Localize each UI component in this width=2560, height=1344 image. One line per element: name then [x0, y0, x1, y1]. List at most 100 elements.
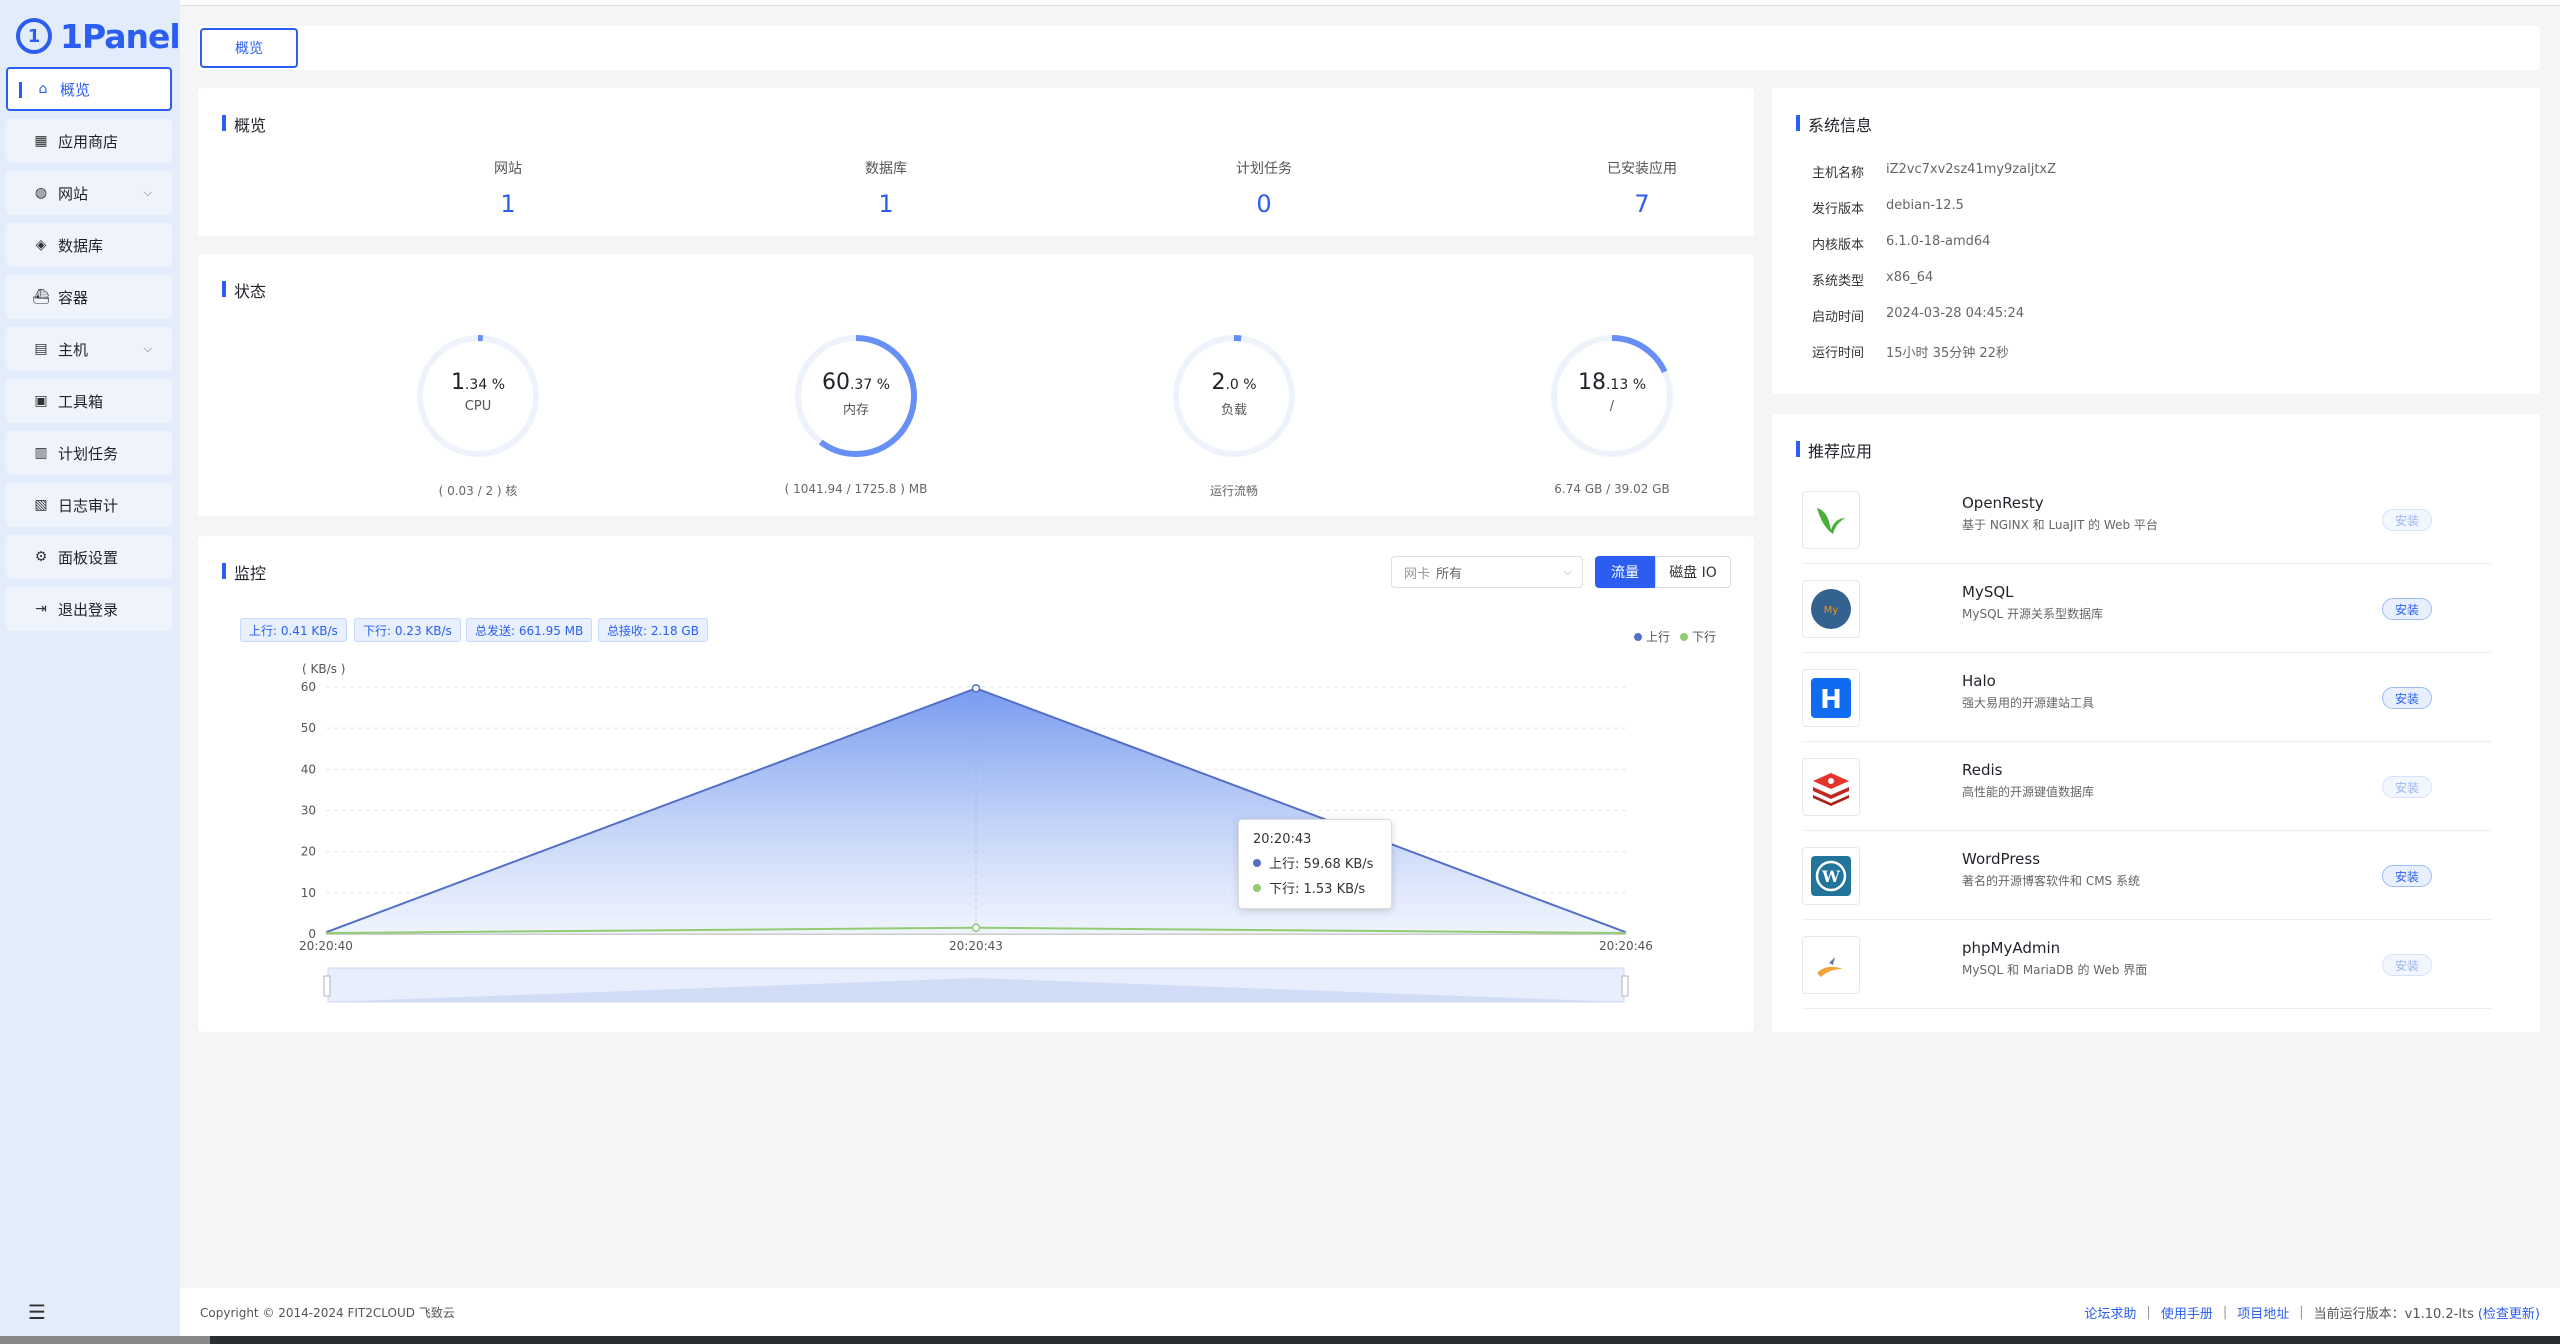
system-info-title: 系统信息 — [1796, 112, 1872, 136]
status-title: 状态 — [222, 278, 266, 302]
sidebar-item-6[interactable]: ▣ 工具箱 — [6, 379, 172, 423]
sidebar: 1 1Panel ⌂ 概览 ▦ 应用商店 ◍ 网站 ⌵ ◈ 数据库 ⛴ 容器 ▤ 主机 ⌵ ▣ 工具箱 ▥ 计划任… — [0, 0, 181, 1336]
sidebar-item-8[interactable]: ▧ 日志审计 — [6, 483, 172, 527]
overview-value[interactable]: 0 — [1164, 190, 1364, 218]
sidebar-item-5[interactable]: ▤ 主机 ⌵ — [6, 327, 172, 371]
y-tick-label: 0 — [308, 927, 316, 941]
y-tick-label: 10 — [301, 886, 316, 900]
tab-bar: 概览 — [198, 26, 2540, 70]
database-icon: ◈ — [35, 237, 47, 253]
system-info-value: debian-12.5 — [1886, 198, 1964, 213]
system-info-label: 系统类型 — [1812, 274, 1865, 289]
calendar-icon: ▥ — [34, 445, 48, 461]
disk-io-toggle-button[interactable]: 磁盘 IO — [1655, 556, 1731, 588]
system-info-row: 启动时间 2024-03-28 04:45:24 — [1812, 306, 2024, 325]
app-name: phpMyAdmin — [1962, 939, 2061, 957]
phpmyadmin-icon — [1802, 936, 1860, 994]
install-button[interactable]: 安装 — [2382, 954, 2432, 976]
check-update-link[interactable]: (检查更新) — [2478, 1303, 2540, 1322]
forum-link[interactable]: 论坛求助 — [2084, 1303, 2136, 1322]
traffic-toggle-button[interactable]: 流量 — [1595, 556, 1655, 588]
stat-tag-download: 下行: 0.23 KB/s — [354, 618, 461, 642]
scrollbar-thumb[interactable] — [0, 1336, 210, 1344]
system-info-value: 15小时 35分钟 22秒 — [1886, 346, 2009, 361]
svg-text:H: H — [1820, 685, 1842, 715]
data-zoom-preview — [328, 978, 1624, 1002]
gauge-footnote: ( 0.03 / 2 ) 核 — [438, 484, 518, 498]
log-icon: ▧ — [34, 497, 48, 513]
tooltip-row-up: 上行: 59.68 KB/s — [1253, 853, 1377, 872]
overview-cron-jobs[interactable]: 计划任务 0 — [1164, 158, 1364, 218]
sidebar-item-4[interactable]: ⛴ 容器 — [6, 275, 172, 319]
nic-select[interactable]: 网卡 所有 ⌵ — [1391, 556, 1583, 588]
x-tick-label: 20:20:40 — [299, 939, 353, 953]
gauge-value: 2.0 % — [1104, 370, 1364, 395]
sidebar-item-2[interactable]: ◍ 网站 ⌵ — [6, 171, 172, 215]
gauge-value-dec: .13 % — [1605, 377, 1647, 393]
system-info-row: 主机名称 iZ2vc7xv2sz41my9zaljtxZ — [1812, 162, 2056, 181]
app-description: 基于 NGINX 和 LuaJIT 的 Web 平台 — [1962, 518, 2158, 532]
logo-mark-icon: 1 — [16, 18, 52, 54]
stat-tag-upload: 上行: 0.41 KB/s — [240, 618, 347, 642]
gauge-value-int: 60 — [821, 370, 850, 395]
app-description: 高性能的开源键值数据库 — [1962, 785, 2095, 799]
horizontal-scrollbar[interactable] — [0, 1336, 2560, 1344]
system-info-value: x86_64 — [1886, 270, 1934, 285]
gauge-value-dec: .37 % — [849, 377, 891, 393]
stat-tag-total-sent: 总发送: 661.95 MB — [466, 618, 593, 642]
sidebar-item-label: 日志审计 — [58, 496, 119, 515]
monitor-title: 监控 — [222, 560, 266, 584]
y-tick-label: 50 — [301, 721, 316, 735]
traffic-chart[interactable]: ( KB/s )010203040506020:20:40 20:20:43 20:… — [198, 536, 1754, 1032]
install-button[interactable]: 安装 — [2382, 687, 2432, 709]
gauge-center: 18.13 % / — [1482, 370, 1742, 414]
install-button[interactable]: 安装 — [2382, 598, 2432, 620]
chart-tooltip: 20:20:43 上行: 59.68 KB/s 下行: 1.53 KB/s — [1238, 819, 1392, 909]
status-gauge-0: 1.34 % CPU ( 0.03 / 2 ) 核 — [348, 330, 608, 499]
overview-label: 网站 — [494, 161, 522, 177]
legend-item-up[interactable]: 上行 — [1634, 628, 1670, 645]
sidebar-item-7[interactable]: ▥ 计划任务 — [6, 431, 172, 475]
logo[interactable]: 1 1Panel — [16, 14, 181, 58]
legend-label: 上行 — [1646, 630, 1671, 644]
overview-databases[interactable]: 数据库 1 — [786, 158, 986, 218]
system-info-card: 系统信息 主机名称 iZ2vc7xv2sz41my9zaljtxZ 发行版本 debi… — [1772, 88, 2540, 394]
status-card: 状态 1.34 % CPU ( 0.03 / 2 ) 核 60.37 % 内存 ( 104… — [198, 254, 1754, 516]
y-tick-label: 30 — [301, 804, 316, 818]
overview-value[interactable]: 1 — [786, 190, 986, 218]
status-gauge-1: 60.37 % 内存 ( 1041.94 / 1725.8 ) MB — [726, 330, 986, 496]
gauge-value-dec: .0 % — [1225, 377, 1257, 393]
sidebar-item-3[interactable]: ◈ 数据库 — [6, 223, 172, 267]
redis-icon — [1802, 758, 1860, 816]
install-button[interactable]: 安装 — [2382, 776, 2432, 798]
y-tick-label: 60 — [301, 680, 316, 694]
series-area-0 — [326, 688, 1626, 934]
install-button[interactable]: 安装 — [2382, 509, 2432, 531]
legend-item-down[interactable]: 下行 — [1680, 628, 1716, 645]
chevron-down-icon: ⌵ — [1563, 565, 1572, 578]
overview-value[interactable]: 7 — [1542, 190, 1742, 218]
app-row-wordpress: W WordPress 著名的开源博客软件和 CMS 系统 安装 — [1802, 832, 2492, 920]
sidebar-item-0[interactable]: ⌂ 概览 — [6, 67, 172, 111]
overview-installed-apps[interactable]: 已安装应用 7 — [1542, 158, 1742, 218]
gauge-value-int: 2 — [1211, 370, 1226, 395]
sidebar-item-1[interactable]: ▦ 应用商店 — [6, 119, 172, 163]
install-button[interactable]: 安装 — [2382, 865, 2432, 887]
overview-value[interactable]: 1 — [408, 190, 608, 218]
system-info-row: 系统类型 x86_64 — [1812, 270, 1933, 289]
data-zoom-slider — [327, 967, 1625, 1003]
sidebar-item-9[interactable]: ⚙ 面板设置 — [6, 535, 172, 579]
app-row-mysql: My MySQL MySQL 开源关系型数据库 安装 — [1802, 565, 2492, 653]
sidebar-item-10[interactable]: ⇥ 退出登录 — [6, 587, 172, 631]
chart-legend: 上行 下行 — [1634, 628, 1716, 645]
gauge-name: 内存 — [842, 403, 869, 418]
overview-websites[interactable]: 网站 1 — [408, 158, 608, 218]
tooltip-down-value: 下行: 1.53 KB/s — [1269, 882, 1366, 897]
app-name: Redis — [1962, 761, 2003, 779]
tab-overview[interactable]: 概览 — [200, 28, 298, 68]
manual-link[interactable]: 使用手册 — [2161, 1303, 2213, 1322]
collapse-menu-icon[interactable]: ☰ — [28, 1300, 46, 1324]
server-icon: ▤ — [34, 341, 48, 357]
project-link[interactable]: 项目地址 — [2237, 1303, 2289, 1322]
gauge-value-dec: .34 % — [464, 377, 506, 393]
